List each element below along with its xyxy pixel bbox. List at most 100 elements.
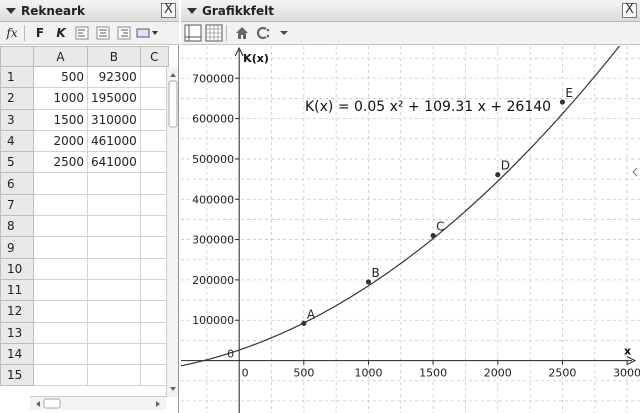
toggle-axes-icon[interactable]: [184, 24, 202, 42]
row-header[interactable]: 12: [0, 300, 34, 323]
data-point-d[interactable]: [495, 172, 501, 178]
horizontal-scrollbar[interactable]: [30, 396, 166, 410]
spreadsheet-header[interactable]: Rekneark X: [0, 0, 179, 22]
cell-a14[interactable]: [33, 342, 88, 366]
data-point-c[interactable]: [430, 232, 436, 239]
background-color-icon[interactable]: [136, 24, 160, 42]
align-right-icon[interactable]: [115, 24, 133, 42]
cell-a3[interactable]: 1500: [33, 108, 88, 131]
x-tick-label: 3000: [613, 367, 640, 380]
collapse-triangle-icon[interactable]: [187, 7, 197, 14]
cell-c1[interactable]: [139, 65, 169, 89]
bold-button[interactable]: F: [31, 24, 49, 42]
y-tick-label: 600000: [192, 113, 234, 126]
y-tick-label: 700000: [192, 72, 234, 85]
row-header[interactable]: 1: [0, 65, 34, 89]
cell-a4[interactable]: 2000: [33, 129, 88, 153]
cell-b9[interactable]: [87, 236, 141, 259]
cell-a11[interactable]: [33, 278, 88, 302]
collapse-side-arrow-icon[interactable]: [632, 167, 638, 177]
function-input-button[interactable]: fx: [3, 24, 21, 42]
row-header[interactable]: 9: [0, 236, 34, 259]
dropdown-arrow-icon[interactable]: [275, 24, 293, 42]
vertical-scrollbar[interactable]: [166, 67, 178, 397]
cell-c12[interactable]: [139, 300, 169, 323]
cell-a7[interactable]: [33, 193, 88, 217]
equation-label[interactable]: K(x) = 0.05 x² + 109.31 x + 26140: [305, 99, 551, 115]
cell-c6[interactable]: [139, 172, 169, 195]
align-center-icon[interactable]: [94, 24, 112, 42]
table-row: 1 500 92300: [0, 65, 169, 89]
cell-a1[interactable]: 500: [33, 65, 88, 89]
x-tick-label: 2500: [548, 367, 576, 380]
cell-a10[interactable]: [33, 257, 88, 280]
cell-b10[interactable]: [87, 257, 141, 280]
row-header[interactable]: 10: [0, 257, 34, 280]
cell-c14[interactable]: [139, 342, 169, 366]
row-header[interactable]: 4: [0, 129, 34, 153]
italic-button[interactable]: K: [52, 24, 70, 42]
cell-c7[interactable]: [139, 193, 169, 217]
graphics-header[interactable]: Grafikkfelt X: [181, 0, 640, 22]
column-header-a[interactable]: A: [33, 46, 88, 67]
data-point-a[interactable]: [301, 320, 307, 326]
row-header[interactable]: 2: [0, 87, 34, 110]
row-header[interactable]: 15: [0, 364, 34, 387]
table-row: 14: [0, 342, 169, 366]
data-point-e[interactable]: [559, 99, 566, 105]
cell-c9[interactable]: [139, 236, 169, 259]
row-header[interactable]: 7: [0, 193, 34, 217]
cell-a5[interactable]: 2500: [33, 151, 88, 174]
row-header[interactable]: 3: [0, 108, 34, 131]
cell-c2[interactable]: [139, 87, 169, 110]
cell-a9[interactable]: [33, 236, 88, 259]
collapse-triangle-icon[interactable]: [6, 7, 16, 14]
row-header[interactable]: 14: [0, 342, 34, 366]
cell-b11[interactable]: [87, 278, 141, 302]
cell-a2[interactable]: 1000: [33, 87, 88, 110]
corner-cell[interactable]: [0, 46, 34, 67]
cell-b14[interactable]: [87, 342, 141, 366]
align-left-icon[interactable]: [73, 24, 91, 42]
cell-a15[interactable]: [33, 364, 88, 387]
cell-c11[interactable]: [139, 278, 169, 302]
cell-b6[interactable]: [87, 172, 141, 195]
cell-a8[interactable]: [33, 215, 88, 238]
data-point-b[interactable]: [365, 279, 372, 285]
graphics-canvas[interactable]: 0 500 1000 1500 2000 2500 30000100000200000300…: [181, 46, 640, 413]
row-header[interactable]: 11: [0, 278, 34, 302]
column-header-c[interactable]: C: [139, 46, 169, 67]
cell-c10[interactable]: [139, 257, 169, 280]
home-icon[interactable]: [233, 24, 251, 42]
cell-b13[interactable]: [87, 321, 141, 344]
close-graphics-button[interactable]: X: [622, 3, 637, 18]
row-header[interactable]: 5: [0, 151, 34, 174]
row-header[interactable]: 8: [0, 215, 34, 238]
cell-b8[interactable]: [87, 215, 141, 238]
table-row: 11: [0, 278, 169, 302]
cell-b4[interactable]: 461000: [87, 129, 141, 153]
cell-a12[interactable]: [33, 300, 88, 323]
row-header[interactable]: 13: [0, 321, 34, 344]
cell-c15[interactable]: [139, 364, 169, 387]
close-spreadsheet-button[interactable]: X: [161, 3, 176, 18]
cell-b2[interactable]: 195000: [87, 87, 141, 110]
toggle-grid-icon[interactable]: [205, 24, 223, 42]
cell-b1[interactable]: 92300: [87, 65, 141, 89]
row-header[interactable]: 6: [0, 172, 34, 195]
cell-b3[interactable]: 310000: [87, 108, 141, 131]
cell-c8[interactable]: [139, 215, 169, 238]
cell-c5[interactable]: [139, 151, 169, 174]
cell-c3[interactable]: [139, 108, 169, 131]
point-capturing-icon[interactable]: [254, 24, 272, 42]
cell-b5[interactable]: 641000: [87, 151, 141, 174]
cell-a6[interactable]: [33, 172, 88, 195]
cell-b15[interactable]: [87, 364, 141, 387]
cell-b7[interactable]: [87, 193, 141, 217]
cell-b12[interactable]: [87, 300, 141, 323]
cell-c13[interactable]: [139, 321, 169, 344]
column-header-b[interactable]: B: [87, 46, 141, 67]
cell-c4[interactable]: [139, 129, 169, 153]
point-label-d: D: [501, 159, 510, 173]
cell-a13[interactable]: [33, 321, 88, 344]
